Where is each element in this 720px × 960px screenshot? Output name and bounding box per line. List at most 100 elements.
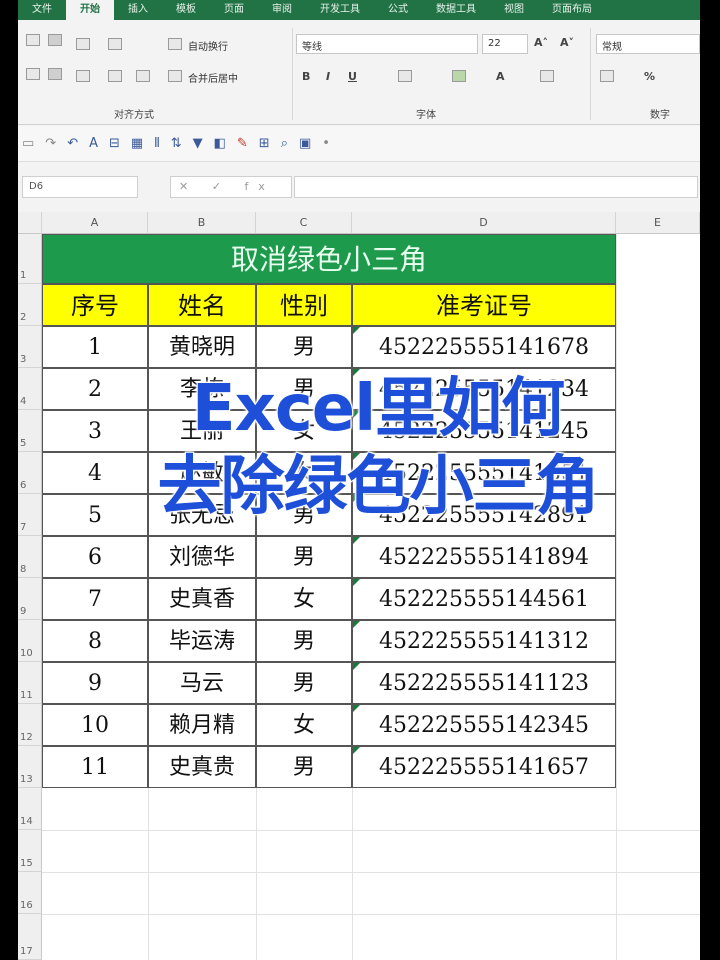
align-left-icon[interactable]: [26, 68, 40, 80]
align-bottom-icon[interactable]: [76, 38, 90, 50]
percent-icon[interactable]: %: [644, 70, 655, 83]
shrink-font-icon[interactable]: A˅: [560, 36, 574, 49]
wrap-text-label[interactable]: 自动换行: [188, 38, 228, 53]
id-number-cell[interactable]: 452225555141678: [352, 326, 616, 368]
increase-indent-icon[interactable]: [136, 70, 150, 82]
id-number-cell[interactable]: 452225555141312: [352, 620, 616, 662]
merge-center-label[interactable]: 合并后居中: [188, 70, 238, 85]
table-cell[interactable]: 11: [42, 746, 148, 788]
select-all-corner[interactable]: [18, 212, 42, 234]
more-icon[interactable]: •: [322, 136, 330, 151]
row-header[interactable]: 13: [18, 746, 42, 788]
merge-center-icon[interactable]: [168, 70, 182, 82]
italic-icon[interactable]: I: [326, 70, 330, 83]
number-format-select[interactable]: 常规: [596, 34, 700, 54]
row-header[interactable]: 14: [18, 788, 42, 830]
id-number-cell[interactable]: 452225555142345: [352, 704, 616, 746]
column-icon[interactable]: ⫴: [154, 136, 159, 151]
decrease-indent-icon[interactable]: [108, 70, 122, 82]
align-right-icon[interactable]: [76, 70, 90, 82]
tab-page[interactable]: 页面: [210, 0, 258, 20]
sort-icon[interactable]: ⇅: [171, 136, 182, 151]
format-icon[interactable]: ▦: [131, 136, 143, 151]
formula-input[interactable]: [294, 176, 698, 198]
id-number-cell[interactable]: 452225555141657: [352, 746, 616, 788]
id-number-cell[interactable]: 452225555141894: [352, 536, 616, 578]
bold-icon[interactable]: B: [302, 70, 310, 83]
row-header[interactable]: 10: [18, 620, 42, 662]
table-cell[interactable]: 男: [256, 662, 352, 704]
header-cell[interactable]: 准考证号: [352, 284, 616, 326]
tab-review[interactable]: 审阅: [258, 0, 306, 20]
header-cell[interactable]: 性别: [256, 284, 352, 326]
row-header[interactable]: 2: [18, 284, 42, 326]
wrap-text-icon[interactable]: [168, 38, 182, 50]
undo-icon[interactable]: ↶: [67, 136, 78, 151]
table-cell[interactable]: 男: [256, 746, 352, 788]
row-header[interactable]: 12: [18, 704, 42, 746]
save-icon[interactable]: ▭: [22, 136, 34, 151]
currency-icon[interactable]: [600, 70, 614, 82]
table-cell[interactable]: 6: [42, 536, 148, 578]
tab-formulas[interactable]: 公式: [374, 0, 422, 20]
col-header-c[interactable]: C: [256, 212, 352, 234]
table-cell[interactable]: 女: [256, 704, 352, 746]
insert-icon[interactable]: ⊞: [259, 136, 270, 151]
col-header-e[interactable]: E: [616, 212, 700, 234]
row-header[interactable]: 17: [18, 914, 42, 960]
table-cell[interactable]: 赖月精: [148, 704, 256, 746]
worksheet[interactable]: A B C D E 1 2 3 4 5 6 7 8 9 10 11 12 13 …: [18, 212, 700, 960]
table-cell[interactable]: 女: [256, 578, 352, 620]
name-box[interactable]: D6: [22, 176, 138, 198]
pen-icon[interactable]: ✎: [237, 136, 248, 151]
underline-icon[interactable]: U: [348, 70, 357, 83]
orientation-icon[interactable]: [108, 38, 122, 50]
table-title-cell[interactable]: 取消绿色小三角: [42, 234, 616, 284]
row-header[interactable]: 1: [18, 234, 42, 284]
filter-icon[interactable]: ▼: [193, 136, 203, 151]
table-cell[interactable]: 刘德华: [148, 536, 256, 578]
grow-font-icon[interactable]: A˄: [534, 36, 548, 49]
table-cell[interactable]: 男: [256, 326, 352, 368]
table-cell[interactable]: 9: [42, 662, 148, 704]
header-cell[interactable]: 姓名: [148, 284, 256, 326]
table-cell[interactable]: 男: [256, 536, 352, 578]
fx-icon[interactable]: fx: [244, 180, 274, 193]
table-cell[interactable]: 10: [42, 704, 148, 746]
table-cell[interactable]: 史真贵: [148, 746, 256, 788]
table-cell[interactable]: 黄晓明: [148, 326, 256, 368]
font-name-select[interactable]: 等线: [296, 34, 478, 54]
formula-buttons[interactable]: ✕ ✓ fx: [170, 176, 292, 198]
col-header-a[interactable]: A: [42, 212, 148, 234]
align-top-icon[interactable]: [26, 34, 40, 46]
tab-template[interactable]: 模板: [162, 0, 210, 20]
border-icon[interactable]: ⊟: [109, 136, 120, 151]
header-cell[interactable]: 序号: [42, 284, 148, 326]
tab-insert[interactable]: 插入: [114, 0, 162, 20]
phonetic-icon[interactable]: [540, 70, 554, 82]
col-header-d[interactable]: D: [352, 212, 616, 234]
find-icon[interactable]: ⌕: [281, 136, 288, 151]
table-cell[interactable]: 史真香: [148, 578, 256, 620]
row-header[interactable]: 16: [18, 872, 42, 914]
table-cell[interactable]: 马云: [148, 662, 256, 704]
tab-home[interactable]: 开始: [66, 0, 114, 20]
chart-icon[interactable]: ◧: [214, 136, 226, 151]
row-header[interactable]: 15: [18, 830, 42, 872]
font-color-icon[interactable]: A: [496, 70, 505, 83]
table-cell[interactable]: 8: [42, 620, 148, 662]
font-size-select[interactable]: 22: [482, 34, 528, 54]
tab-file[interactable]: 文件: [18, 0, 66, 20]
tab-layout[interactable]: 页面布局: [538, 0, 606, 20]
row-header[interactable]: 3: [18, 326, 42, 368]
table-cell[interactable]: 1: [42, 326, 148, 368]
row-header[interactable]: 8: [18, 536, 42, 578]
tab-view[interactable]: 视图: [490, 0, 538, 20]
table-cell[interactable]: 男: [256, 620, 352, 662]
id-number-cell[interactable]: 452225555141123: [352, 662, 616, 704]
table-cell[interactable]: 毕运涛: [148, 620, 256, 662]
fill-color-icon[interactable]: [452, 70, 466, 82]
row-header[interactable]: 11: [18, 662, 42, 704]
tab-developer[interactable]: 开发工具: [306, 0, 374, 20]
table-cell[interactable]: 7: [42, 578, 148, 620]
